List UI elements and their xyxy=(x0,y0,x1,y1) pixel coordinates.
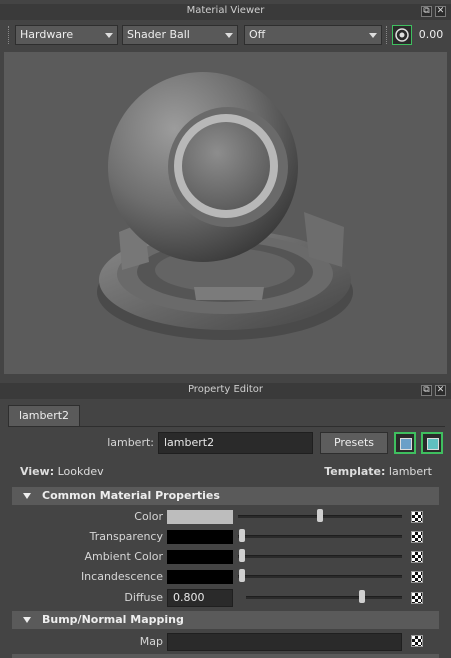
section-bump-normal-mapping[interactable]: Bump/Normal Mapping xyxy=(12,611,439,629)
tab-label: lambert2 xyxy=(18,409,70,422)
geometry-dropdown[interactable]: Shader Ball xyxy=(122,25,238,45)
transparency-swatch[interactable] xyxy=(167,530,233,544)
color-swatch[interactable] xyxy=(167,510,233,524)
map-button-icon[interactable] xyxy=(411,531,423,543)
property-editor-title: Property Editor xyxy=(187,384,264,395)
ambient-color-slider-handle[interactable] xyxy=(239,549,245,562)
color-label: Color xyxy=(134,510,163,523)
environment-dropdown[interactable]: Off xyxy=(244,25,382,45)
incandescence-swatch[interactable] xyxy=(167,570,233,584)
show-input-connections-icon[interactable] xyxy=(394,432,416,454)
exposure-value[interactable]: 0.00 xyxy=(414,25,448,45)
section-title: Bump/Normal Mapping xyxy=(42,613,184,626)
float-window-button[interactable]: ⧉ xyxy=(421,6,432,17)
chevron-down-icon xyxy=(225,33,233,38)
map-button-icon[interactable] xyxy=(411,511,423,523)
diffuse-slider-handle[interactable] xyxy=(359,590,365,603)
transparency-slider-handle[interactable] xyxy=(239,529,245,542)
color-slider-handle[interactable] xyxy=(317,509,323,522)
ambient-color-swatch[interactable] xyxy=(167,550,233,564)
environment-dropdown-value: Off xyxy=(249,28,266,41)
map-label: Map xyxy=(139,635,163,648)
renderer-dropdown[interactable]: Hardware xyxy=(15,25,118,45)
map-button-icon[interactable] xyxy=(411,592,423,604)
chevron-down-icon xyxy=(369,33,377,38)
material-viewer-title: Material Viewer xyxy=(186,5,265,16)
view-value: Lookdev xyxy=(57,465,104,478)
shader-ball-preview xyxy=(97,72,353,340)
geometry-dropdown-value: Shader Ball xyxy=(127,28,190,41)
incandescence-label: Incandescence xyxy=(80,570,163,583)
material-viewport[interactable] xyxy=(4,52,447,374)
tab-lambert2[interactable]: lambert2 xyxy=(8,405,80,426)
close-window-button[interactable]: ✕ xyxy=(435,385,446,396)
incandescence-slider[interactable] xyxy=(238,575,402,578)
aperture-icon xyxy=(395,28,409,42)
map-button-icon[interactable] xyxy=(411,551,423,563)
map-button-icon[interactable] xyxy=(411,571,423,583)
template-label: Template: xyxy=(324,465,386,478)
ambient-color-label: Ambient Color xyxy=(84,550,163,563)
exposure-icon[interactable] xyxy=(392,25,412,45)
float-window-button[interactable]: ⧉ xyxy=(421,385,432,396)
close-window-button[interactable]: ✕ xyxy=(435,6,446,17)
template-info: Template: lambert xyxy=(300,464,432,480)
map-field[interactable] xyxy=(167,633,402,651)
next-section-edge xyxy=(12,654,439,658)
material-viewer-titlebar: Material Viewer xyxy=(0,4,451,20)
template-value: lambert xyxy=(388,465,432,478)
toolbar-grip-icon[interactable] xyxy=(386,26,388,44)
map-button-icon[interactable] xyxy=(411,635,423,647)
transparency-slider[interactable] xyxy=(238,535,402,538)
triangle-down-icon xyxy=(23,617,31,623)
diffuse-label: Diffuse xyxy=(124,591,163,604)
triangle-down-icon xyxy=(23,493,31,499)
presets-button-label: Presets xyxy=(333,436,375,449)
property-editor-titlebar: Property Editor xyxy=(0,383,451,399)
incandescence-slider-handle[interactable] xyxy=(239,569,245,582)
section-common-material-properties[interactable]: Common Material Properties xyxy=(12,487,439,505)
node-name-field[interactable]: lambert2 xyxy=(158,432,313,454)
diffuse-value-field[interactable]: 0.800 xyxy=(167,589,233,607)
view-info: View: Lookdev xyxy=(20,464,104,480)
transparency-label: Transparency xyxy=(89,530,163,543)
diffuse-slider[interactable] xyxy=(246,596,402,599)
show-output-connections-icon[interactable] xyxy=(421,432,443,454)
renderer-dropdown-value: Hardware xyxy=(20,28,74,41)
presets-button[interactable]: Presets xyxy=(320,432,388,454)
node-type-label: lambert: xyxy=(107,436,154,449)
chevron-down-icon xyxy=(105,33,113,38)
section-title: Common Material Properties xyxy=(42,489,220,502)
ambient-color-slider[interactable] xyxy=(238,555,402,558)
toolbar-grip-icon[interactable] xyxy=(8,26,10,44)
view-label: View: xyxy=(20,465,55,478)
